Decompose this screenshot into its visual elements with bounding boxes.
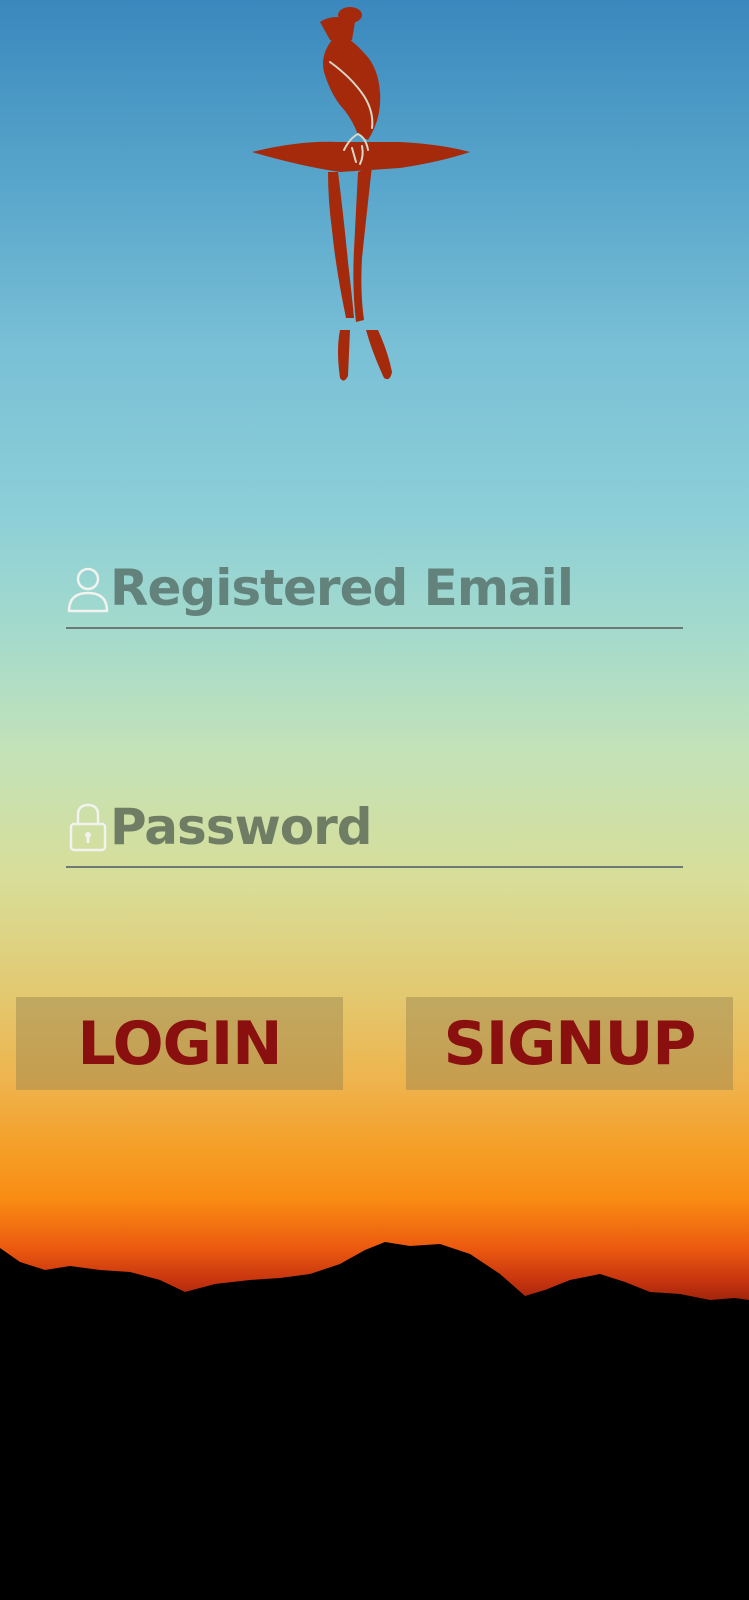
email-placeholder: Registered Email [110, 559, 574, 617]
login-button[interactable]: LOGIN [16, 997, 343, 1090]
password-field[interactable]: Password [66, 780, 683, 868]
mountain-silhouette [0, 1242, 749, 1600]
password-placeholder: Password [110, 798, 373, 856]
lock-icon [66, 792, 110, 852]
email-field[interactable]: Registered Email [66, 545, 683, 629]
ballerina-logo [252, 7, 470, 381]
user-icon [66, 553, 110, 613]
signup-button[interactable]: SIGNUP [406, 997, 733, 1090]
